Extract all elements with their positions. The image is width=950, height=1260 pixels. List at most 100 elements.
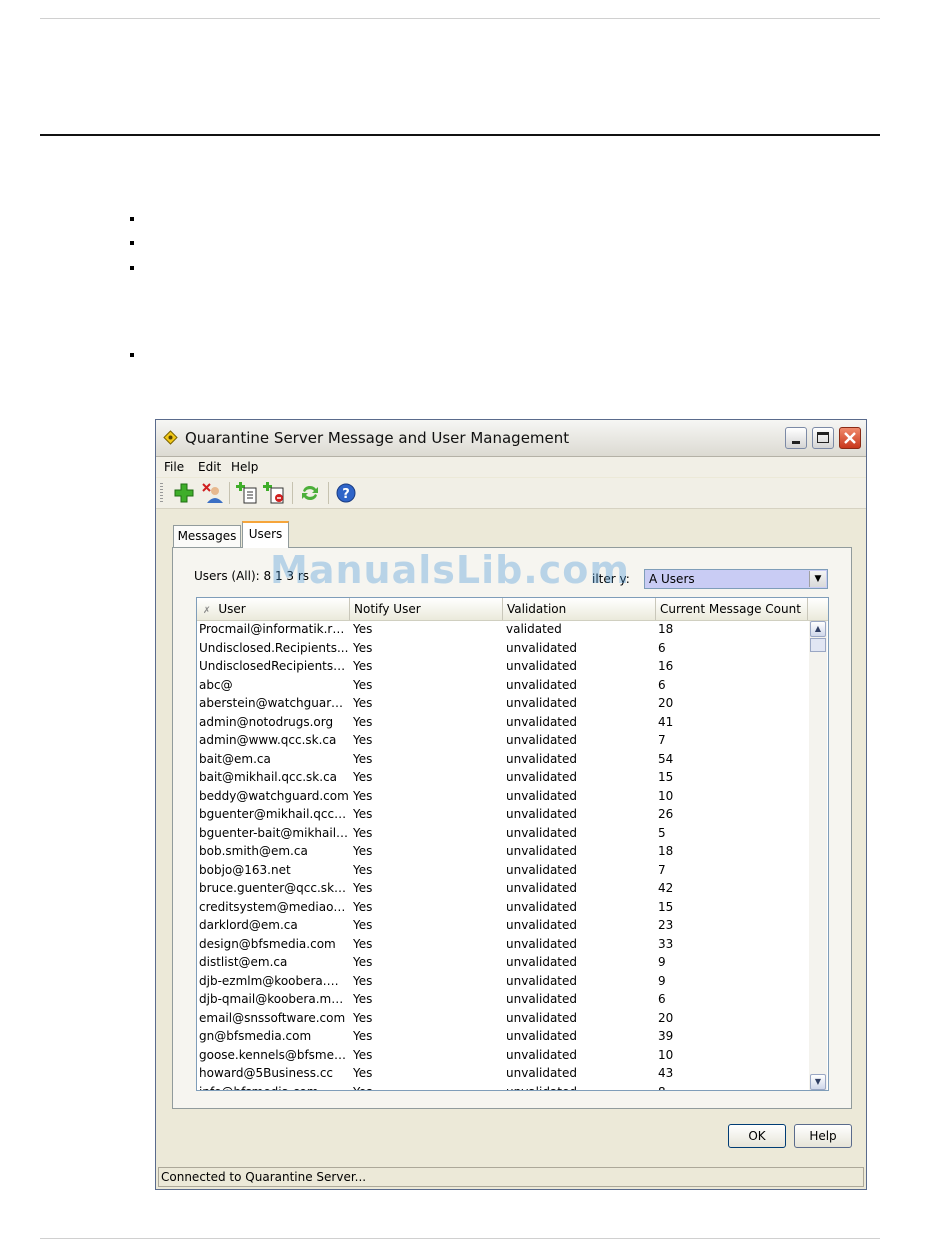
table-row[interactable]: Undisclosed.Recipients... Yes unvalidated 6	[197, 640, 808, 659]
minimize-button[interactable]	[785, 427, 807, 449]
scroll-up-icon[interactable]: ▲	[810, 621, 826, 637]
menu-file[interactable]: File	[164, 460, 184, 474]
table-row[interactable]: gn@bfsmedia.com Yes unvalidated 39	[197, 1028, 808, 1047]
table-row[interactable]: admin@notodrugs.org Yes unvalidated 41	[197, 714, 808, 733]
table-row[interactable]: bobjo@163.net Yes unvalidated 7	[197, 862, 808, 881]
column-header-notify-user-label: Notify User	[354, 602, 421, 616]
cell-count: 7	[658, 862, 666, 877]
column-header-validation-label: Validation	[507, 602, 567, 616]
remove-from-list-icon[interactable]	[262, 481, 286, 505]
table-row[interactable]: darklord@em.ca Yes unvalidated 23	[197, 917, 808, 936]
maximize-button[interactable]	[812, 427, 834, 449]
scroll-down-icon[interactable]: ▼	[810, 1074, 826, 1090]
cell-count: 18	[658, 622, 674, 636]
table-row[interactable]: creditsystem@mediaone... Yes unvalidated 15	[197, 899, 808, 918]
table-row[interactable]: bguenter@mikhail.qcc.sk... Yes unvalidated…	[197, 806, 808, 825]
cell-notify: Yes	[353, 714, 373, 729]
table-row[interactable]: bait@em.ca Yes unvalidated 54	[197, 751, 808, 770]
cell-count: 6	[658, 992, 666, 1006]
table-row[interactable]: djb-ezmlm@koobera.mat... Yes unvalidated 9	[197, 973, 808, 992]
cell-count: 20	[658, 696, 674, 710]
table-row[interactable]: abc@ Yes unvalidated 6	[197, 677, 808, 696]
cell-user: djb-qmail@koobera.math....	[199, 992, 349, 1006]
cell-user: bobjo@163.net	[199, 862, 291, 877]
column-header-message-count[interactable]: Current Message Count	[656, 598, 808, 620]
ok-button[interactable]: OK	[728, 1124, 786, 1148]
cell-validation: unvalidated	[506, 825, 578, 840]
column-header-user[interactable]: ✗ User	[197, 598, 350, 620]
table-row[interactable]: design@bfsmedia.com Yes unvalidated 33	[197, 936, 808, 955]
cell-validation: unvalidated	[506, 640, 578, 655]
table-row[interactable]: bguenter-bait@mikhail.qc... Yes unvalidate…	[197, 825, 808, 844]
app-icon	[163, 430, 178, 445]
table-row[interactable]: djb-qmail@koobera.math.... Yes unvalidated…	[197, 991, 808, 1010]
close-icon	[844, 432, 856, 444]
vertical-scrollbar[interactable]: ▲ ▼	[809, 621, 827, 1090]
table-row[interactable]: bruce.guenter@qcc.sk.ca Yes unvalidated 42	[197, 880, 808, 899]
menu-bar: File Edit Help	[156, 457, 866, 477]
refresh-icon[interactable]	[298, 481, 322, 505]
title-bar[interactable]: Quarantine Server Message and User Manag…	[156, 420, 866, 457]
toolbar-grip[interactable]	[160, 483, 163, 503]
filter-by-select[interactable]: A Users ▼	[644, 569, 828, 589]
cell-user: admin@www.qcc.sk.ca	[199, 733, 337, 747]
status-bar: Connected to Quarantine Server...	[158, 1167, 864, 1187]
menu-edit[interactable]: Edit	[198, 460, 221, 474]
cell-validation: unvalidated	[506, 677, 578, 692]
table-row[interactable]: email@snssoftware.com Yes unvalidated 20	[197, 1010, 808, 1029]
delete-user-icon[interactable]	[200, 481, 224, 505]
cell-user: info@bfsmedia.com	[199, 1085, 349, 1091]
table-row[interactable]: beddy@watchguard.com Yes unvalidated 10	[197, 788, 808, 807]
cell-user: abc@	[199, 677, 233, 692]
cell-user: distlist@em.ca	[199, 955, 288, 969]
close-button[interactable]	[839, 427, 861, 449]
table-row[interactable]: distlist@em.ca Yes unvalidated 9	[197, 954, 808, 973]
table-header: ✗ User Notify User Validation Current Me…	[197, 598, 828, 621]
cell-notify: Yes	[353, 640, 373, 655]
cell-validation: unvalidated	[506, 751, 578, 766]
cell-count: 10	[658, 1047, 674, 1062]
table-row[interactable]: aberstein@watchguard.... Yes unvalidated 20	[197, 695, 808, 714]
table-row[interactable]: goose.kennels@bfsmedi... Yes unvalidated 10	[197, 1047, 808, 1066]
cell-count: 23	[658, 918, 674, 932]
help-icon[interactable]: ?	[334, 481, 358, 505]
menu-help[interactable]: Help	[231, 460, 258, 474]
table-row[interactable]: info@bfsmedia.com Yes unvalidated 8	[197, 1084, 808, 1091]
cell-validation: unvalidated	[506, 1085, 654, 1091]
table-row[interactable]: Procmail@informatik.rwt... Yes validated 18	[197, 621, 808, 640]
help-button[interactable]: Help	[794, 1124, 852, 1148]
scrollbar-thumb[interactable]	[810, 638, 826, 652]
add-user-icon[interactable]	[172, 481, 196, 505]
cell-notify: Yes	[353, 770, 373, 784]
cell-user: Procmail@informatik.rwt...	[199, 622, 349, 636]
cell-notify: Yes	[353, 1047, 373, 1062]
cell-validation: unvalidated	[506, 807, 578, 821]
cell-notify: Yes	[353, 751, 373, 766]
column-header-notify-user[interactable]: Notify User	[350, 598, 503, 620]
tab-users[interactable]: Users	[242, 521, 289, 548]
chevron-down-icon[interactable]: ▼	[809, 571, 826, 587]
table-row[interactable]: bait@mikhail.qcc.sk.ca Yes unvalidated 15	[197, 769, 808, 788]
cell-user: djb-ezmlm@koobera.mat...	[199, 973, 349, 988]
bottom-divider	[40, 1238, 880, 1239]
column-header-validation[interactable]: Validation	[503, 598, 656, 620]
cell-count: 18	[658, 844, 674, 858]
cell-count: 43	[658, 1066, 674, 1080]
cell-validation: unvalidated	[506, 696, 578, 710]
table-row[interactable]: UndisclosedRecipients@... Yes unvalidated 1…	[197, 658, 808, 677]
cell-count: 16	[658, 659, 674, 673]
table-row[interactable]: admin@www.qcc.sk.ca Yes unvalidated 7	[197, 732, 808, 751]
cell-notify: Yes	[353, 992, 373, 1006]
cell-validation: unvalidated	[506, 1010, 578, 1025]
table-row[interactable]: bob.smith@em.ca Yes unvalidated 18	[197, 843, 808, 862]
tab-messages[interactable]: Messages	[173, 525, 241, 547]
cell-notify: Yes	[353, 955, 373, 969]
table-row[interactable]: howard@5Business.cc Yes unvalidated 43	[197, 1065, 808, 1084]
cell-count: 33	[658, 936, 674, 951]
quarantine-management-window: Quarantine Server Message and User Manag…	[155, 419, 867, 1190]
cell-count: 39	[658, 1029, 674, 1043]
cell-notify: Yes	[353, 1085, 501, 1091]
cell-notify: Yes	[353, 825, 373, 840]
cell-user: creditsystem@mediaone...	[199, 899, 349, 914]
add-to-list-icon[interactable]	[235, 481, 259, 505]
